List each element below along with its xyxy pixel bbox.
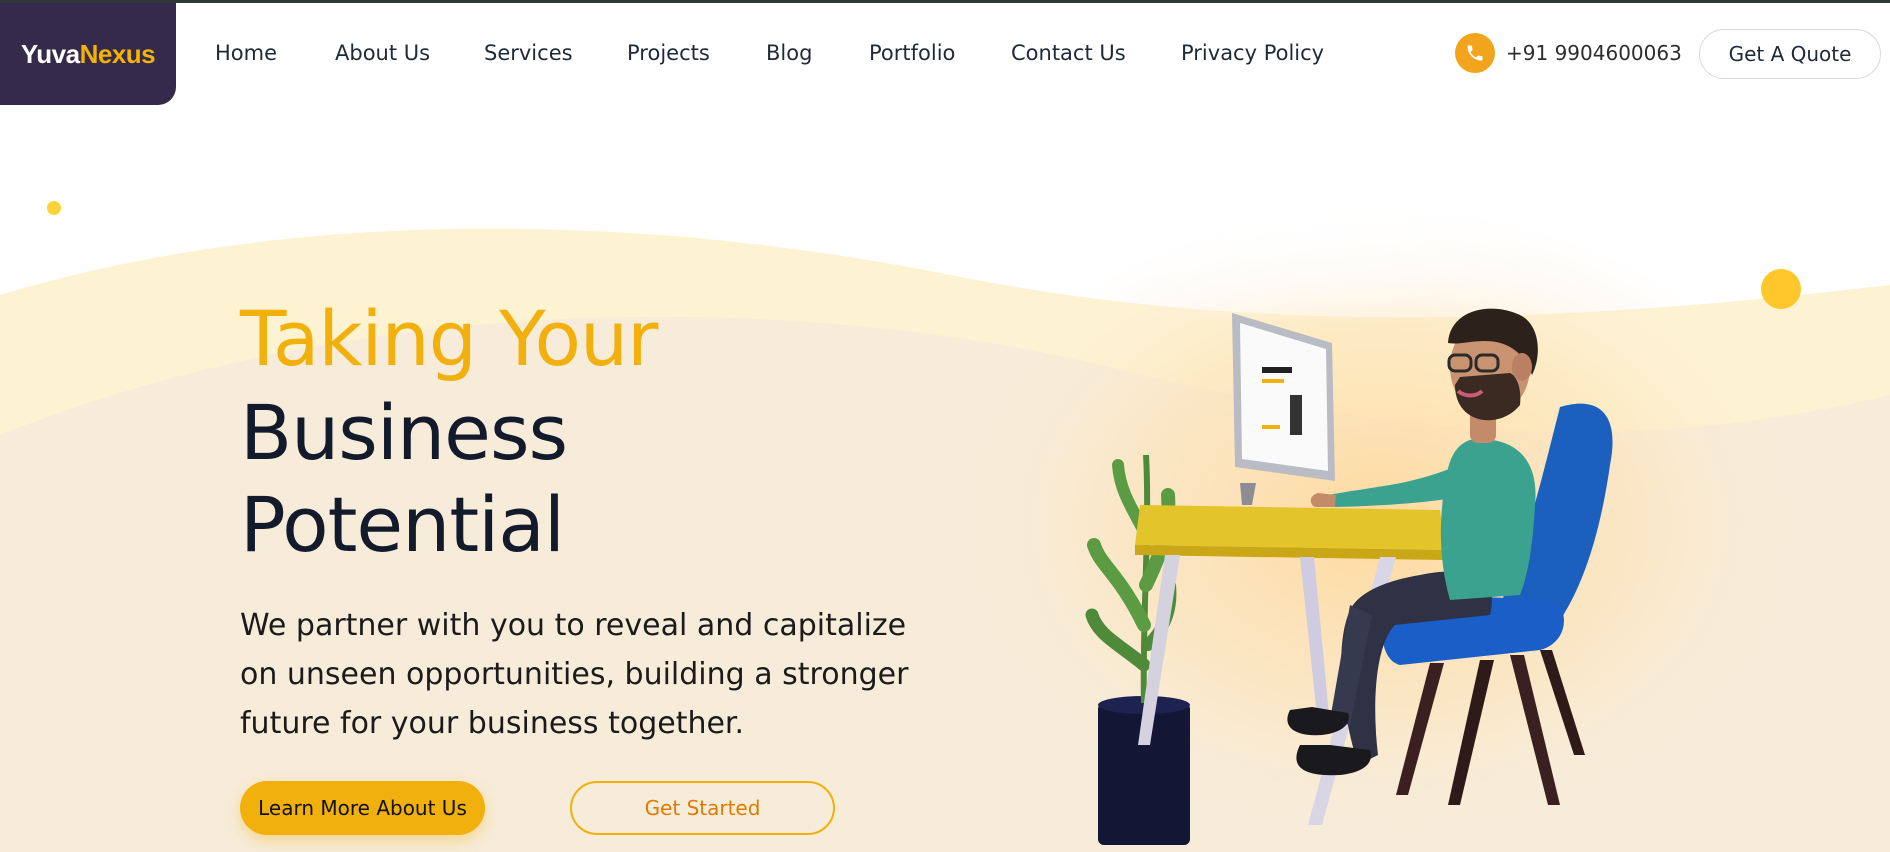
nav-contact-us[interactable]: Contact Us — [1011, 41, 1126, 65]
hero-title-line-1: Taking Your — [240, 294, 658, 383]
desk-top — [1135, 505, 1445, 550]
nav-blog[interactable]: Blog — [766, 41, 812, 65]
learn-more-button[interactable]: Learn More About Us — [240, 781, 485, 835]
decor-dot-large — [1761, 269, 1801, 309]
hero-title-line-3: Potential — [240, 480, 565, 569]
hero-description: We partner with you to reveal and capita… — [240, 608, 909, 741]
nav-about-us[interactable]: About Us — [335, 41, 430, 65]
brand-logo[interactable]: Yuva Nexus — [0, 3, 176, 105]
hero-section: Taking Your Business Potential We partne… — [0, 105, 1890, 852]
get-started-button[interactable]: Get Started — [570, 781, 835, 835]
hero-white-glow — [990, 105, 1630, 325]
man-hand — [1310, 493, 1336, 507]
phone-glyph — [1467, 45, 1483, 61]
phone-number[interactable]: +91 9904600063 — [1506, 41, 1682, 65]
hero-title-line-2: Business — [240, 388, 568, 477]
phone-icon[interactable] — [1455, 33, 1495, 73]
site-header: Yuva Nexus Home About Us Services Project… — [0, 3, 1890, 105]
decor-dot-small — [47, 201, 61, 215]
get-a-quote-button[interactable]: Get A Quote — [1699, 29, 1881, 79]
brand-name-part1: Yuva — [20, 38, 80, 69]
brand-name-part2: Nexus — [79, 38, 156, 69]
nav-portfolio[interactable]: Portfolio — [869, 41, 955, 65]
nav-home[interactable]: Home — [215, 41, 277, 65]
nav-services[interactable]: Services — [484, 41, 573, 65]
nav-projects[interactable]: Projects — [627, 41, 710, 65]
nav-privacy-policy[interactable]: Privacy Policy — [1181, 41, 1324, 65]
man-shirt — [1440, 439, 1536, 600]
